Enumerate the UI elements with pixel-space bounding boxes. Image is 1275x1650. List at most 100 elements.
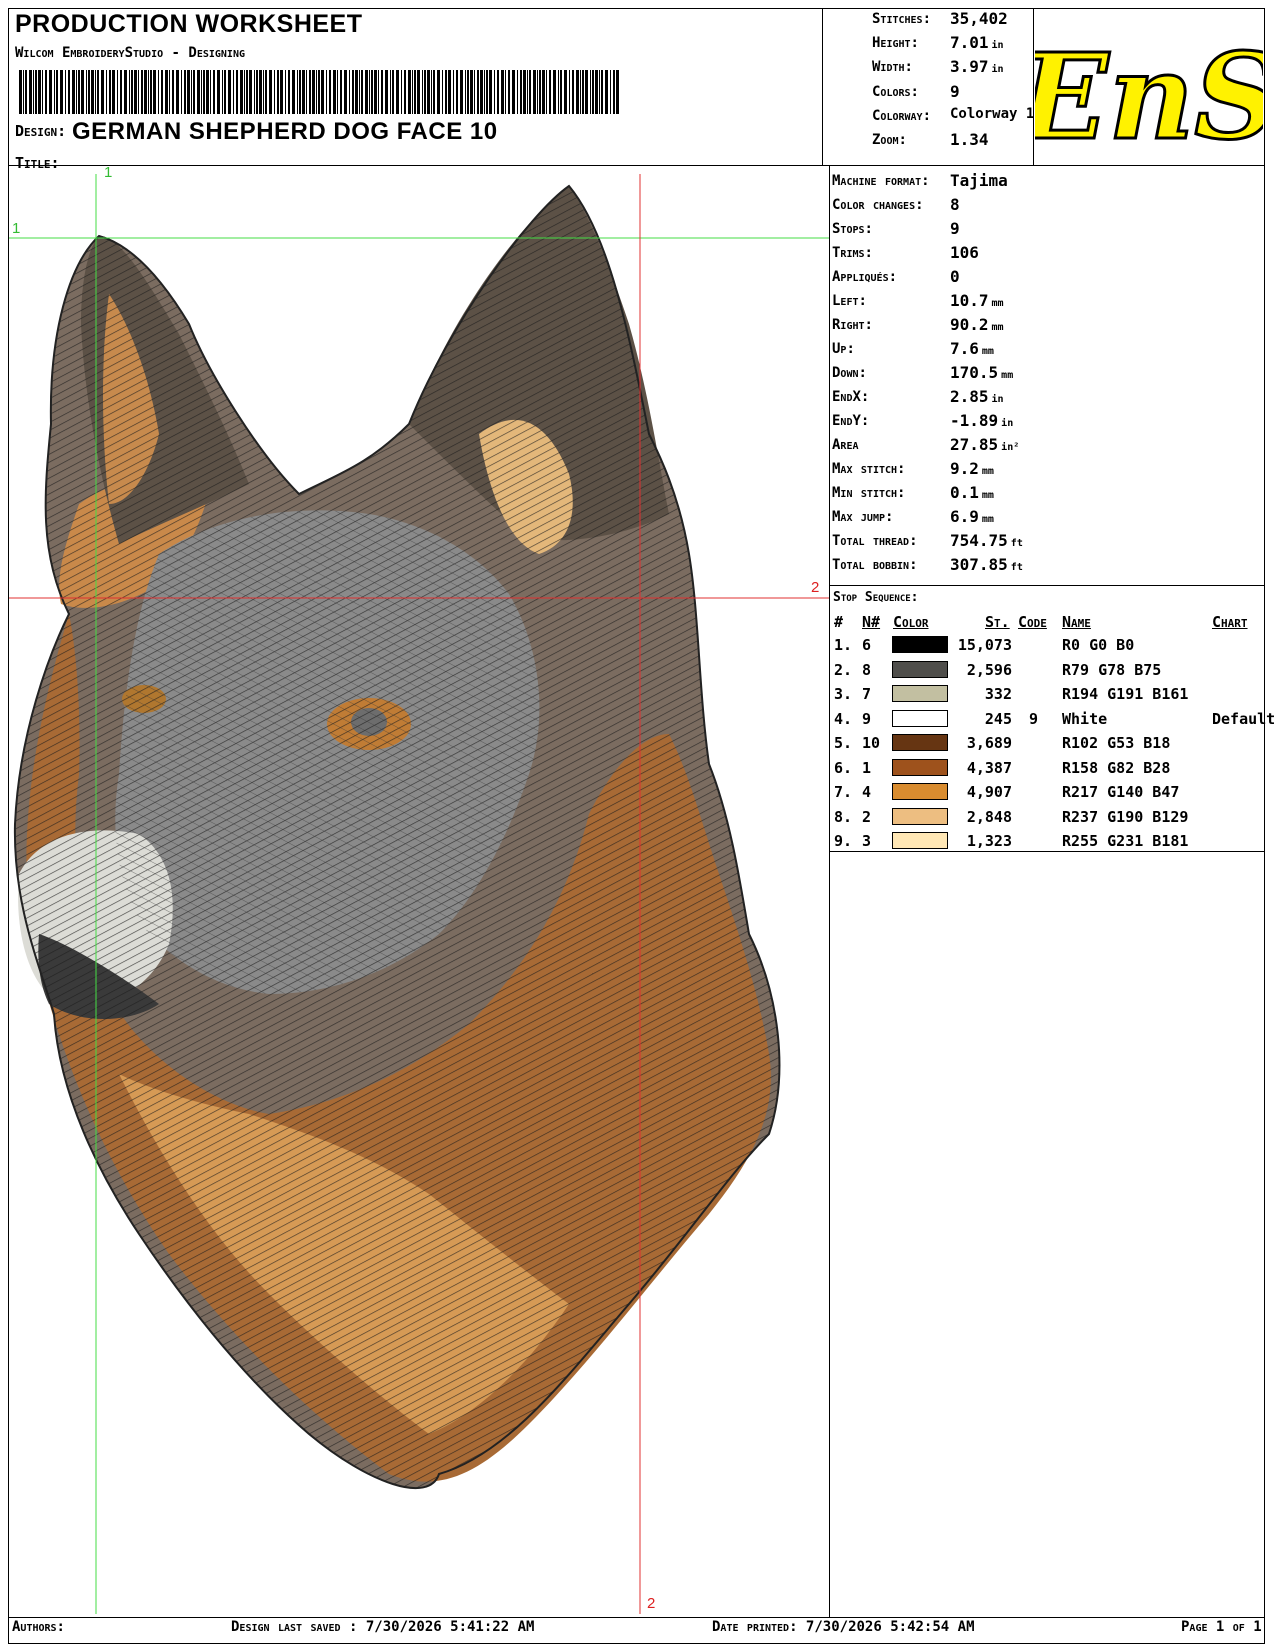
barcode-bar	[280, 70, 283, 114]
barcode-bar	[610, 70, 611, 114]
barcode-bar	[533, 70, 536, 114]
machine-label: Total thread:	[832, 533, 918, 549]
barcode-bar	[134, 70, 137, 114]
barcode-bar	[592, 70, 594, 114]
worksheet-title: PRODUCTION WORKSHEET	[15, 10, 363, 38]
col-code: Code	[1018, 613, 1047, 631]
stop-index: 3.	[834, 685, 853, 703]
stop-row: 8. 2 2,848 R237 G190 B129	[832, 806, 1262, 828]
barcode-bar	[318, 70, 320, 114]
stop-color-name: R237 G190 B129	[1062, 807, 1189, 826]
stop-needle: 7	[862, 685, 872, 703]
barcode-bar	[68, 70, 70, 114]
color-swatch	[892, 709, 948, 727]
stop-color-name: R194 G191 B161	[1062, 685, 1189, 703]
barcode-bar	[595, 70, 598, 114]
barcode-bar	[553, 70, 556, 114]
stop-needle: 10	[862, 734, 881, 752]
barcode-bar	[244, 70, 245, 114]
barcode-bar	[213, 70, 215, 114]
stop-needle: 4	[862, 783, 872, 801]
color-swatch	[892, 636, 948, 653]
barcode-bar	[95, 70, 96, 114]
barcode-bar	[144, 70, 147, 114]
barcode-bar	[529, 70, 531, 114]
barcode-bar	[523, 70, 526, 114]
barcode-bar	[465, 70, 466, 114]
barcode-bar	[120, 70, 122, 114]
barcode-bar	[484, 70, 485, 114]
stop-row: 7. 4 4,907 R217 G140 B47	[832, 781, 1262, 803]
stop-row: 4. 9 245 9 White Default	[832, 708, 1275, 730]
stop-index: 1.	[834, 636, 853, 654]
machine-value: 90.2 mm	[950, 315, 1004, 334]
barcode-bar	[302, 70, 305, 114]
machine-value: 106	[950, 243, 979, 262]
barcode-bar	[546, 70, 547, 114]
barcode-bar	[477, 70, 479, 114]
machine-value: 9	[950, 219, 960, 238]
barcode-bar	[601, 70, 603, 114]
barcode-bar	[86, 70, 87, 114]
barcode	[19, 70, 619, 114]
barcode-bar	[390, 70, 391, 114]
barcode-bar	[599, 70, 600, 114]
barcode-bar	[590, 70, 591, 114]
stop-needle: 2	[862, 807, 872, 826]
barcode-bar	[431, 70, 432, 114]
barcode-bar	[33, 70, 34, 114]
machine-label: Total bobbin:	[832, 557, 918, 573]
stop-index: 6.	[834, 758, 853, 777]
height-value: 7.01 in	[950, 33, 1004, 52]
barcode-bar	[576, 70, 579, 114]
guide-label-green-top: 1	[104, 164, 113, 181]
barcode-bar	[184, 70, 186, 114]
barcode-bar	[49, 70, 52, 114]
barcode-bar	[352, 70, 354, 114]
machine-value: 754.75 ft	[950, 531, 1023, 550]
machine-label: Stops:	[832, 221, 873, 237]
color-swatch	[892, 807, 948, 825]
stop-needle: 8	[862, 660, 872, 679]
info-col-divider	[829, 166, 830, 1618]
barcode-bar	[233, 70, 234, 114]
barcode-bar	[501, 70, 504, 114]
barcode-bar	[371, 70, 373, 114]
barcode-bar	[172, 70, 174, 114]
barcode-bar	[385, 70, 388, 114]
barcode-bar	[537, 70, 538, 114]
barcode-bar	[508, 70, 510, 114]
barcode-bar	[404, 70, 406, 114]
stop-row: 6. 1 4,387 R158 G82 B28	[832, 757, 1262, 779]
barcode-bar	[206, 70, 209, 114]
col-color: Color	[893, 613, 929, 631]
width-value: 3.97 in	[950, 57, 1004, 76]
barcode-bar	[217, 70, 220, 114]
barcode-bar	[292, 70, 295, 114]
stop-stitches: 1,323	[966, 832, 1012, 850]
zoom-value: 1.34	[950, 130, 989, 149]
barcode-bar	[65, 70, 66, 114]
barcode-bar	[150, 70, 152, 114]
barcode-bar	[197, 70, 200, 114]
colorway-value: Colorway 1	[950, 106, 1035, 122]
barcode-bar	[374, 70, 377, 114]
stop-index: 2.	[834, 660, 853, 679]
stop-row: 1. 6 15,073 R0 G0 B0	[832, 634, 1262, 656]
machine-value: 0.1 mm	[950, 483, 994, 502]
design-name: GERMAN SHEPHERD DOG FACE 10	[72, 118, 498, 145]
barcode-bar	[333, 70, 336, 114]
color-swatch	[892, 660, 948, 678]
stop-index: 5.	[834, 734, 853, 752]
design-label: Design:	[15, 122, 67, 140]
machine-value: 0	[950, 267, 960, 286]
width-label: Width:	[872, 59, 913, 75]
barcode-bar	[23, 70, 24, 114]
machine-label: Max stitch:	[832, 461, 906, 477]
color-swatch	[892, 832, 948, 849]
barcode-bar	[329, 70, 331, 114]
barcode-bar	[161, 70, 163, 114]
machine-value: 27.85 in²	[950, 435, 1020, 454]
machine-value: 307.85 ft	[950, 555, 1023, 574]
barcode-bar	[560, 70, 562, 114]
